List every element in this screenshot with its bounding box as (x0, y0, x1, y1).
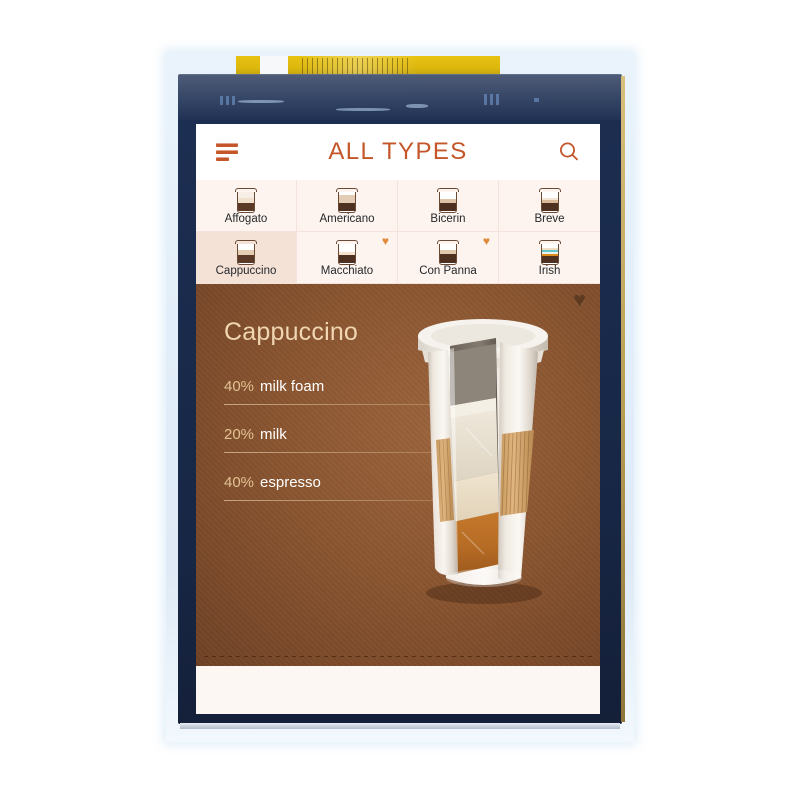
grid-cell-label: Irish (538, 264, 561, 277)
cup-body (540, 191, 559, 213)
ingredient-percent: 40% (224, 474, 255, 491)
coffee-cup-icon (538, 188, 561, 214)
grid-cell-bicerin[interactable]: Bicerin (398, 180, 499, 232)
bezel-contact-pad (484, 94, 487, 105)
favorite-heart-icon[interactable]: ♥ (382, 235, 389, 247)
device-photo-canvas: ALL TYPES Affogato Americano Bicerin Breve C… (0, 0, 800, 800)
cappuccino-cutaway-illustration (388, 306, 578, 606)
bezel-contact-pad (226, 96, 229, 105)
grid-cell-label: Breve (534, 212, 565, 225)
coffee-type-grid: Affogato Americano Bicerin Breve Cappuccino ♥… (196, 180, 600, 284)
coffee-cup-icon (235, 188, 257, 214)
app-topbar: ALL TYPES (196, 124, 600, 180)
bezel-contact-pad (534, 98, 539, 102)
cup-layer (440, 202, 456, 212)
grid-cell-affogato[interactable]: Affogato (196, 180, 297, 232)
cup-layer (339, 203, 355, 212)
coffee-cup-icon (336, 240, 358, 266)
coffee-cup-icon (538, 240, 561, 266)
bezel-scratch (336, 108, 390, 111)
coffee-cup-icon (235, 240, 257, 266)
leather-stitch-line (204, 656, 592, 657)
cup-body (439, 191, 457, 213)
cup-layer (339, 243, 355, 253)
search-icon[interactable] (554, 137, 584, 167)
bezel-contact-pad (220, 96, 223, 105)
detail-title: Cappuccino (224, 318, 359, 346)
cup-layer (238, 254, 254, 264)
ingredient-name: milk foam (260, 378, 325, 395)
grid-cell-label: Macchiato (320, 264, 374, 277)
bezel-scratch (238, 100, 284, 103)
cup-layer (440, 191, 456, 199)
bezel-edge-bottom (180, 723, 620, 729)
grid-cell-label: Cappuccino (215, 264, 277, 277)
coffee-cup-icon (437, 240, 459, 266)
ingredient-percent: 40% (224, 378, 255, 395)
grid-cell-americano[interactable]: Americano (297, 180, 398, 232)
coffee-cup-icon (437, 188, 459, 214)
cup-layer (541, 203, 558, 212)
bezel-scratch (406, 104, 428, 108)
grid-cell-label: Con Panna (419, 264, 477, 277)
grid-cell-cappuccino[interactable]: Cappuccino (196, 232, 297, 284)
ingredient-name: espresso (260, 474, 321, 491)
grid-cell-con-panna[interactable]: ♥ Con Panna (398, 232, 499, 284)
cup-body (237, 243, 255, 265)
bezel-gold-edge-right (621, 76, 625, 722)
grid-cell-macchiato[interactable]: ♥ Macchiato (297, 232, 398, 284)
ingredient-name: milk (260, 426, 287, 443)
grid-cell-label: Americano (319, 212, 375, 225)
favorite-heart-icon[interactable]: ♥ (483, 235, 490, 247)
coffee-cup-icon (336, 188, 358, 214)
page-title: ALL TYPES (328, 138, 468, 165)
bezel-top-sheen (178, 74, 622, 120)
ingredient-percent: 20% (224, 426, 255, 443)
grid-cell-label: Affogato (224, 212, 268, 225)
bezel-contact-pad (490, 94, 493, 105)
cup-layer (541, 255, 558, 264)
hamburger-bar (216, 150, 238, 154)
cup-body (338, 191, 356, 213)
bezel-contact-pad (232, 96, 235, 105)
cup-body (237, 191, 255, 213)
hamburger-bars (216, 143, 238, 161)
hamburger-bar (216, 157, 229, 161)
app-screen: ALL TYPES Affogato Americano Bicerin Breve C… (196, 124, 600, 714)
bezel-contact-pad (496, 94, 499, 105)
cup-body (540, 243, 559, 265)
cup-body (338, 243, 356, 265)
coffee-detail-panel: ♥ Cappuccino 40% milk foam 20% milk 40% espre… (196, 284, 600, 666)
grid-cell-label: Bicerin (430, 212, 466, 225)
cup-layer (238, 202, 254, 212)
cup-layer (339, 255, 355, 264)
hamburger-bar (216, 143, 238, 147)
cup-layer (339, 194, 355, 204)
grid-cell-irish[interactable]: Irish (499, 232, 600, 284)
cup-body (439, 243, 457, 265)
grid-cell-breve[interactable]: Breve (499, 180, 600, 232)
cup-layer (440, 253, 456, 264)
hamburger-menu-icon[interactable] (212, 137, 242, 167)
